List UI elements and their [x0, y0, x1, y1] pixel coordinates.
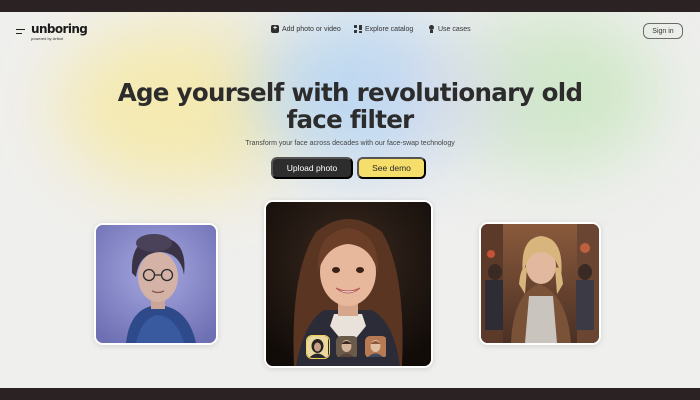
add-icon: +	[271, 25, 279, 33]
bulb-icon	[427, 25, 435, 33]
nav-use-cases-label: Use cases	[438, 25, 471, 33]
top-frame	[0, 0, 700, 12]
nav-add-photo-label: Add photo or video	[282, 25, 341, 33]
thumbnail-face-2[interactable]	[335, 335, 359, 359]
site-header: unboring powered by Artbot + Add photo o…	[0, 12, 700, 52]
title-line-2: face filter	[286, 105, 414, 134]
hamburger-menu-icon[interactable]	[16, 29, 25, 35]
upload-photo-button[interactable]: Upload photo	[271, 157, 353, 179]
landing-page: unboring powered by Artbot + Add photo o…	[0, 12, 700, 388]
page-subtitle: Transform your face across decades with …	[245, 140, 455, 147]
page-title: Age yourself with revolutionary old face…	[0, 79, 700, 133]
nav-explore-catalog[interactable]: Explore catalog	[354, 25, 413, 33]
logo-name: unboring	[31, 22, 88, 36]
grid-icon	[354, 25, 362, 33]
nav-explore-catalog-label: Explore catalog	[365, 25, 414, 33]
bottom-frame	[0, 388, 700, 400]
nav-use-cases[interactable]: Use cases	[427, 25, 471, 33]
logo[interactable]: unboring powered by Artbot	[31, 22, 88, 41]
nav-add-photo[interactable]: + Add photo or video	[271, 25, 341, 33]
see-demo-button[interactable]: See demo	[357, 157, 426, 179]
thumbnail-face-1[interactable]	[306, 335, 330, 359]
logo-tagline: powered by Artbot	[31, 36, 64, 41]
sign-in-button[interactable]: Sign in	[643, 23, 683, 39]
face-thumbnails	[306, 335, 388, 359]
little-girl-street-image	[479, 222, 601, 345]
elderly-woman-image	[94, 223, 218, 345]
title-line-1: Age yourself with revolutionary old	[117, 78, 583, 107]
thumbnail-face-3[interactable]	[364, 335, 388, 359]
